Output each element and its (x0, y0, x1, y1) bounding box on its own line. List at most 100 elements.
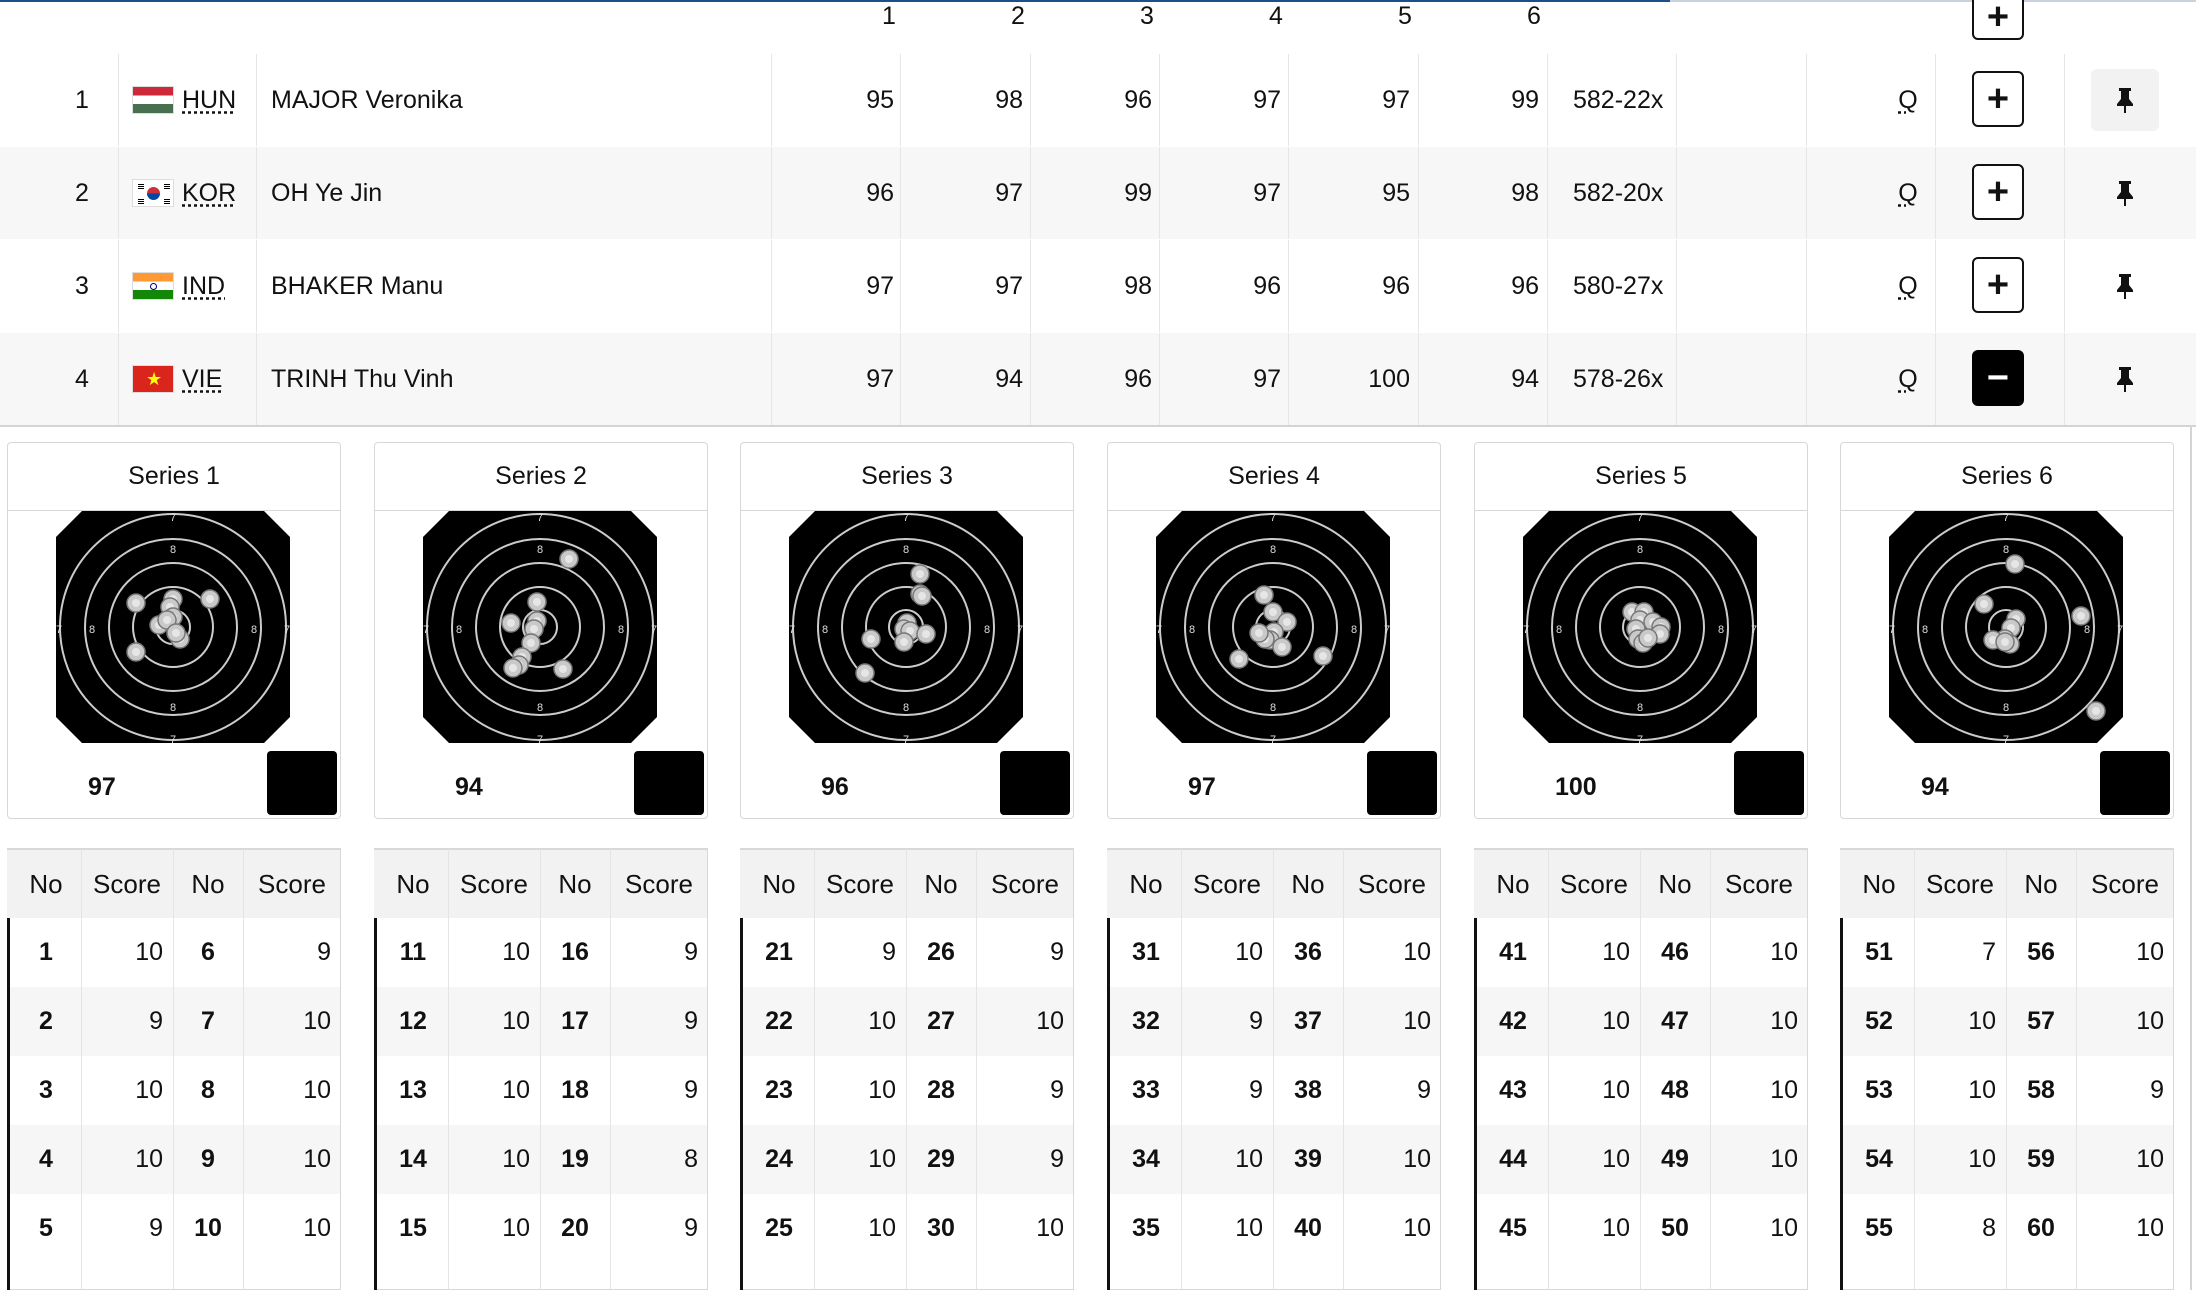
column-divider (1547, 333, 1548, 425)
athlete-row[interactable]: 4 ★ VIE TRINH Thu Vinh 97 94 96 97 100 94 578-26x Q… (0, 333, 2196, 425)
shot-number: 39 (1294, 1145, 1322, 1173)
shot-mark-center (861, 669, 869, 677)
ring-label: 7 (537, 512, 543, 524)
column-divider (1159, 147, 1160, 239)
shot-number: 18 (561, 1076, 589, 1104)
fullscreen-target-button[interactable] (1734, 751, 1804, 841)
athlete-name: OH Ye Jin (271, 178, 383, 207)
ring-label: 8 (1637, 544, 1643, 556)
fullscreen-target-button[interactable] (1000, 751, 1070, 841)
header-score: Score (460, 869, 528, 899)
ring-label: 7 (1637, 734, 1643, 743)
noc-code[interactable]: VIE (182, 365, 222, 394)
expand-row-button[interactable]: + (1972, 71, 2024, 127)
shot-score: 10 (502, 938, 530, 966)
noc-cell: ★ VIE (132, 333, 252, 425)
fullscreen-target-button[interactable] (634, 751, 704, 841)
column-divider (1547, 147, 1548, 239)
shot-score: 10 (1968, 1145, 1996, 1173)
ring-label: 8 (537, 702, 543, 714)
shot-score: 10 (1235, 938, 1263, 966)
shot-mark-center (509, 664, 517, 672)
shot-mark-center (922, 630, 930, 638)
trigram-icon (164, 199, 170, 204)
shot-mark-center (1283, 618, 1291, 626)
qualification-mark[interactable]: Q (1895, 147, 1921, 239)
shot-mark-center (2092, 707, 2100, 715)
ring-label: 7 (1270, 512, 1276, 524)
shot-mark-center (1319, 652, 1327, 660)
shot-mark-center (867, 635, 875, 643)
header-series-5: 5 (1398, 2, 1412, 30)
noc-code[interactable]: KOR (182, 179, 236, 208)
pin-button[interactable] (2091, 255, 2159, 317)
column-divider (1935, 54, 1936, 146)
expand-row-button[interactable]: + (1972, 257, 2024, 313)
shot-score: 10 (1403, 1007, 1431, 1035)
series-panel: Series 3 7 8 8 7 7 8 8 7 96 (740, 442, 1074, 841)
ring-label: 8 (170, 702, 176, 714)
shot-score: 10 (1770, 1076, 1798, 1104)
shot-number: 32 (1132, 1007, 1160, 1035)
ring-label: 8 (170, 544, 176, 556)
total-score: 582-20x (1573, 178, 1664, 207)
shot-score: 10 (1968, 1007, 1996, 1035)
shot-mark-center (1235, 655, 1243, 663)
pin-button[interactable] (2091, 69, 2159, 131)
flag-ind-icon (132, 272, 174, 300)
shot-mark-center (527, 639, 535, 647)
fullscreen-target-button[interactable] (2100, 751, 2170, 841)
shooting-target: 7 8 8 7 7 8 8 7 (1156, 511, 1390, 743)
minus-icon: − (1986, 357, 2010, 399)
shot-number: 56 (2027, 938, 2055, 966)
shot-number: 55 (1865, 1214, 1893, 1242)
rank: 3 (75, 271, 89, 300)
column-divider (1030, 54, 1031, 146)
athlete-row[interactable]: 1 HUN MAJOR Veronika 95 98 96 97 97 99 582-22x Q + (0, 54, 2196, 146)
fullscreen-target-button[interactable] (1367, 751, 1437, 841)
shot-score: 10 (502, 1214, 530, 1242)
noc-code[interactable]: HUN (182, 86, 236, 115)
athlete-row[interactable]: 2 KOR OH Ye Jin 96 97 99 97 95 98 582-20x Q + (0, 147, 2196, 239)
shot-number: 23 (765, 1076, 793, 1104)
shot-number: 46 (1661, 938, 1689, 966)
athlete-name: TRINH Thu Vinh (271, 364, 454, 393)
qualification-mark[interactable]: Q (1895, 333, 1921, 425)
athlete-row[interactable]: 3 IND BHAKER Manu 97 97 98 96 96 96 580-27x Q + (0, 240, 2196, 332)
noc-code[interactable]: IND (182, 272, 225, 301)
pin-button[interactable] (2091, 162, 2159, 224)
collapse-row-button[interactable]: − (1972, 350, 2024, 406)
header-score: Score (258, 869, 326, 899)
header-score: Score (1193, 869, 1261, 899)
shot-number: 17 (561, 1007, 589, 1035)
expand-row-button[interactable]: + (1972, 164, 2024, 220)
shot-number: 35 (1132, 1214, 1160, 1242)
header-no: No (2024, 869, 2058, 899)
qualification-mark[interactable]: Q (1895, 54, 1921, 146)
row-accent-bar (374, 918, 377, 1290)
column-divider (1710, 849, 1711, 1289)
shot-score: 10 (1036, 1007, 1064, 1035)
table-bottom-border (0, 425, 2196, 427)
column-divider (1935, 333, 1936, 425)
shot-mark-center (132, 599, 140, 607)
shot-number: 57 (2027, 1007, 2055, 1035)
noc-cell: KOR (132, 147, 252, 239)
shot-mark-center (916, 570, 924, 578)
series-score-1: 95 (866, 85, 894, 114)
expand-arrows-icon (1032, 821, 1052, 841)
expand-all-button[interactable]: + (1972, 0, 2024, 40)
shooting-target: 7 8 8 7 7 8 8 7 (423, 511, 657, 743)
header-score: Score (1725, 869, 1793, 899)
fullscreen-target-button[interactable] (267, 751, 337, 841)
column-divider (900, 147, 901, 239)
shot-number: 36 (1294, 938, 1322, 966)
shot-number: 40 (1294, 1214, 1322, 1242)
shot-score: 10 (1235, 1214, 1263, 1242)
shot-number: 44 (1499, 1145, 1527, 1173)
series-total: 96 (821, 773, 849, 801)
pin-button[interactable] (2091, 348, 2159, 410)
qualification-mark[interactable]: Q (1895, 240, 1921, 332)
ring-label: 7 (170, 734, 176, 743)
shot-score: 10 (135, 1076, 163, 1104)
